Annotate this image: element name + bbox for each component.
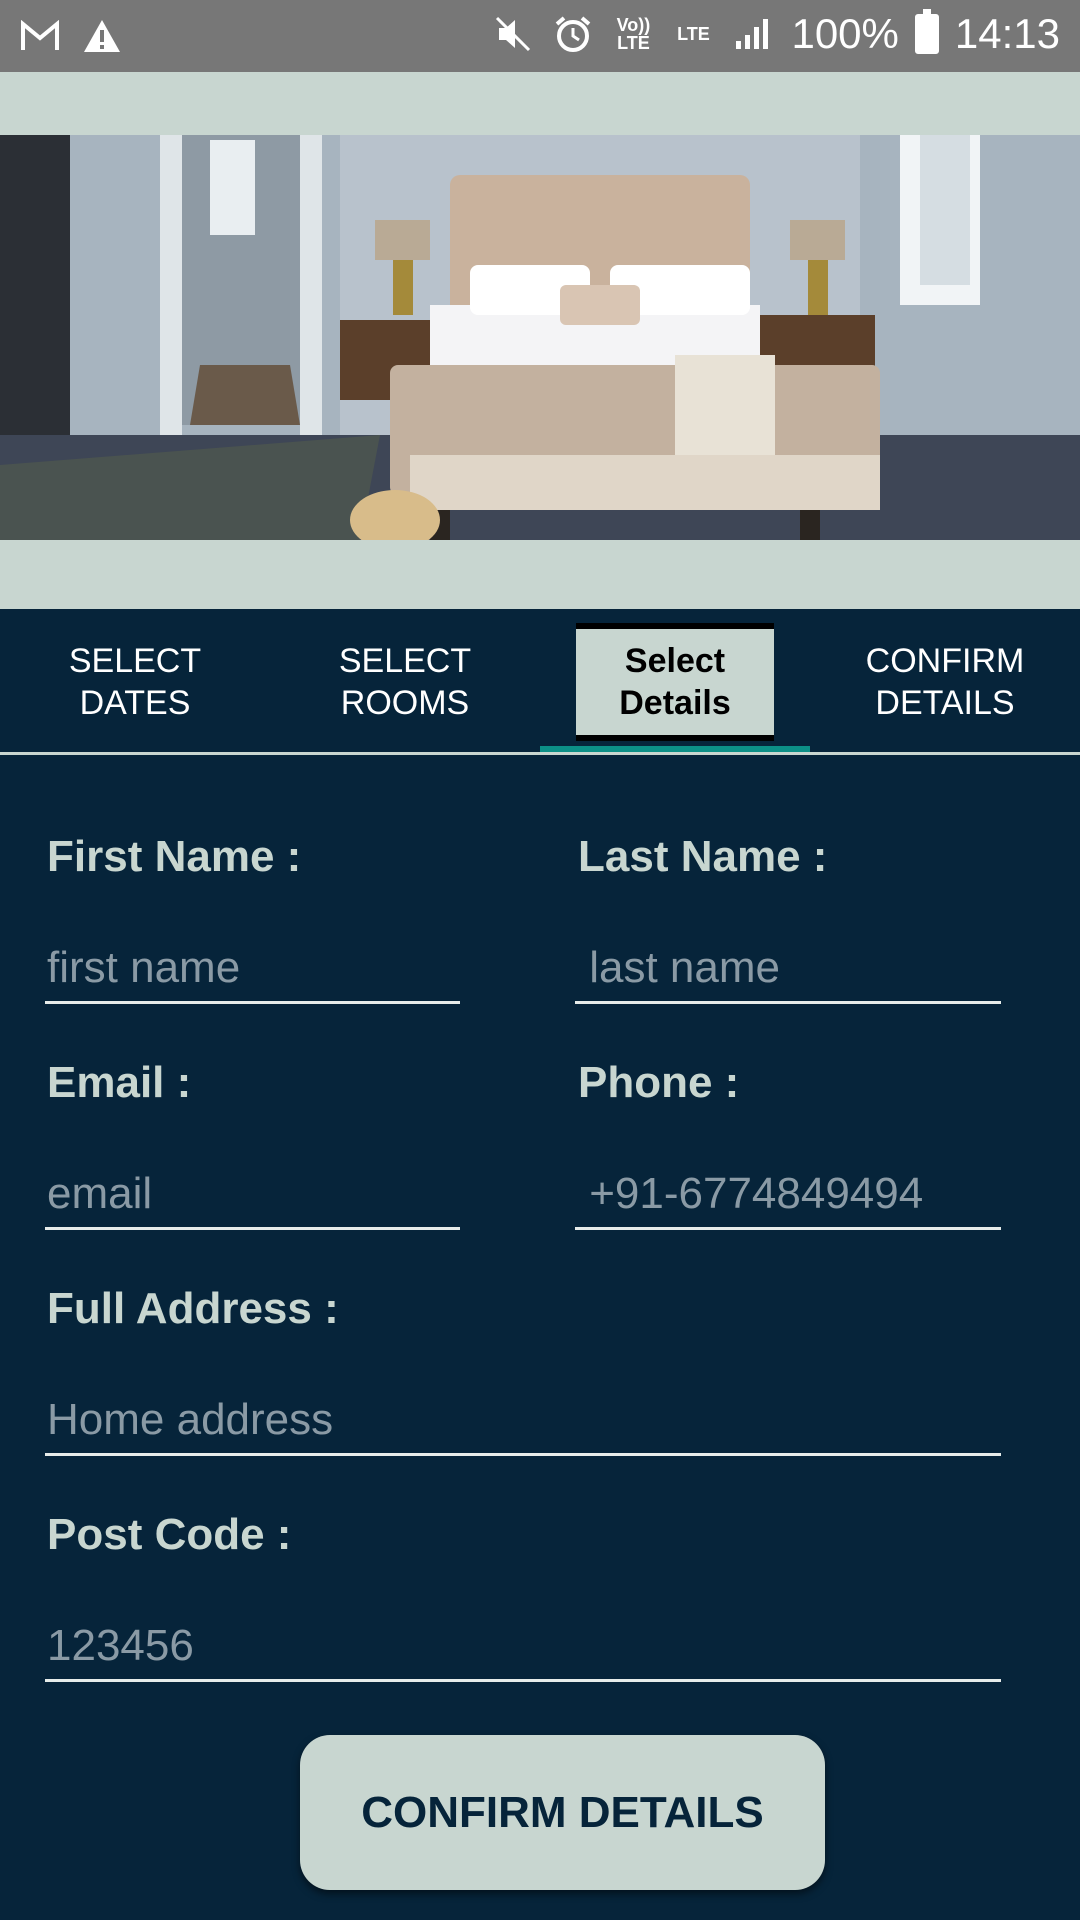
tab-select-rooms[interactable]: SELECT ROOMS [270,609,540,755]
email-input[interactable] [45,1166,460,1230]
volte-icon: Vo)) LTE [616,15,651,53]
tab-select-details[interactable]: Select Details [540,609,810,755]
signal-icon [731,12,775,56]
post-code-input[interactable] [45,1618,1001,1682]
post-code-label: Post Code : [47,1510,292,1559]
tab-confirm-details[interactable]: CONFIRM DETAILS [810,609,1080,755]
battery-percent: 100% [791,10,899,57]
gmail-icon [18,14,62,58]
phone-label: Phone : [578,1058,740,1107]
hotel-bedroom-photo [0,135,1080,540]
booking-steps-tabs: SELECT DATES SELECT ROOMS Select Details… [0,609,1080,755]
tab-active-box: Select Details [576,623,774,741]
tab-label: SELECT DATES [68,642,202,722]
tab-label: SELECT ROOMS [338,642,472,722]
email-label: Email : [47,1058,192,1107]
warning-icon [80,14,124,58]
status-right: Vo)) LTE LTE 100% 14:13 [491,9,1060,58]
tab-label: CONFIRM DETAILS [865,642,1025,722]
lte-icon: LTE [677,24,710,44]
battery-icon [914,9,939,54]
tab-indicator [540,746,810,752]
alarm-icon [551,12,595,56]
first-name-label: First Name : [47,832,302,881]
confirm-details-button[interactable]: CONFIRM DETAILS [300,1735,825,1890]
last-name-label: Last Name : [578,832,828,881]
tab-select-dates[interactable]: SELECT DATES [0,609,270,755]
clock: 14:13 [954,10,1060,57]
status-bar: Vo)) LTE LTE 100% 14:13 [0,0,1080,72]
full-address-label: Full Address : [47,1284,339,1333]
mute-icon [491,12,535,56]
first-name-input[interactable] [45,940,460,1004]
last-name-input[interactable] [575,940,1001,1004]
address-input[interactable] [45,1392,1001,1456]
phone-input[interactable] [575,1166,1001,1230]
tab-label: Select Details [619,642,731,722]
status-left [18,14,124,58]
